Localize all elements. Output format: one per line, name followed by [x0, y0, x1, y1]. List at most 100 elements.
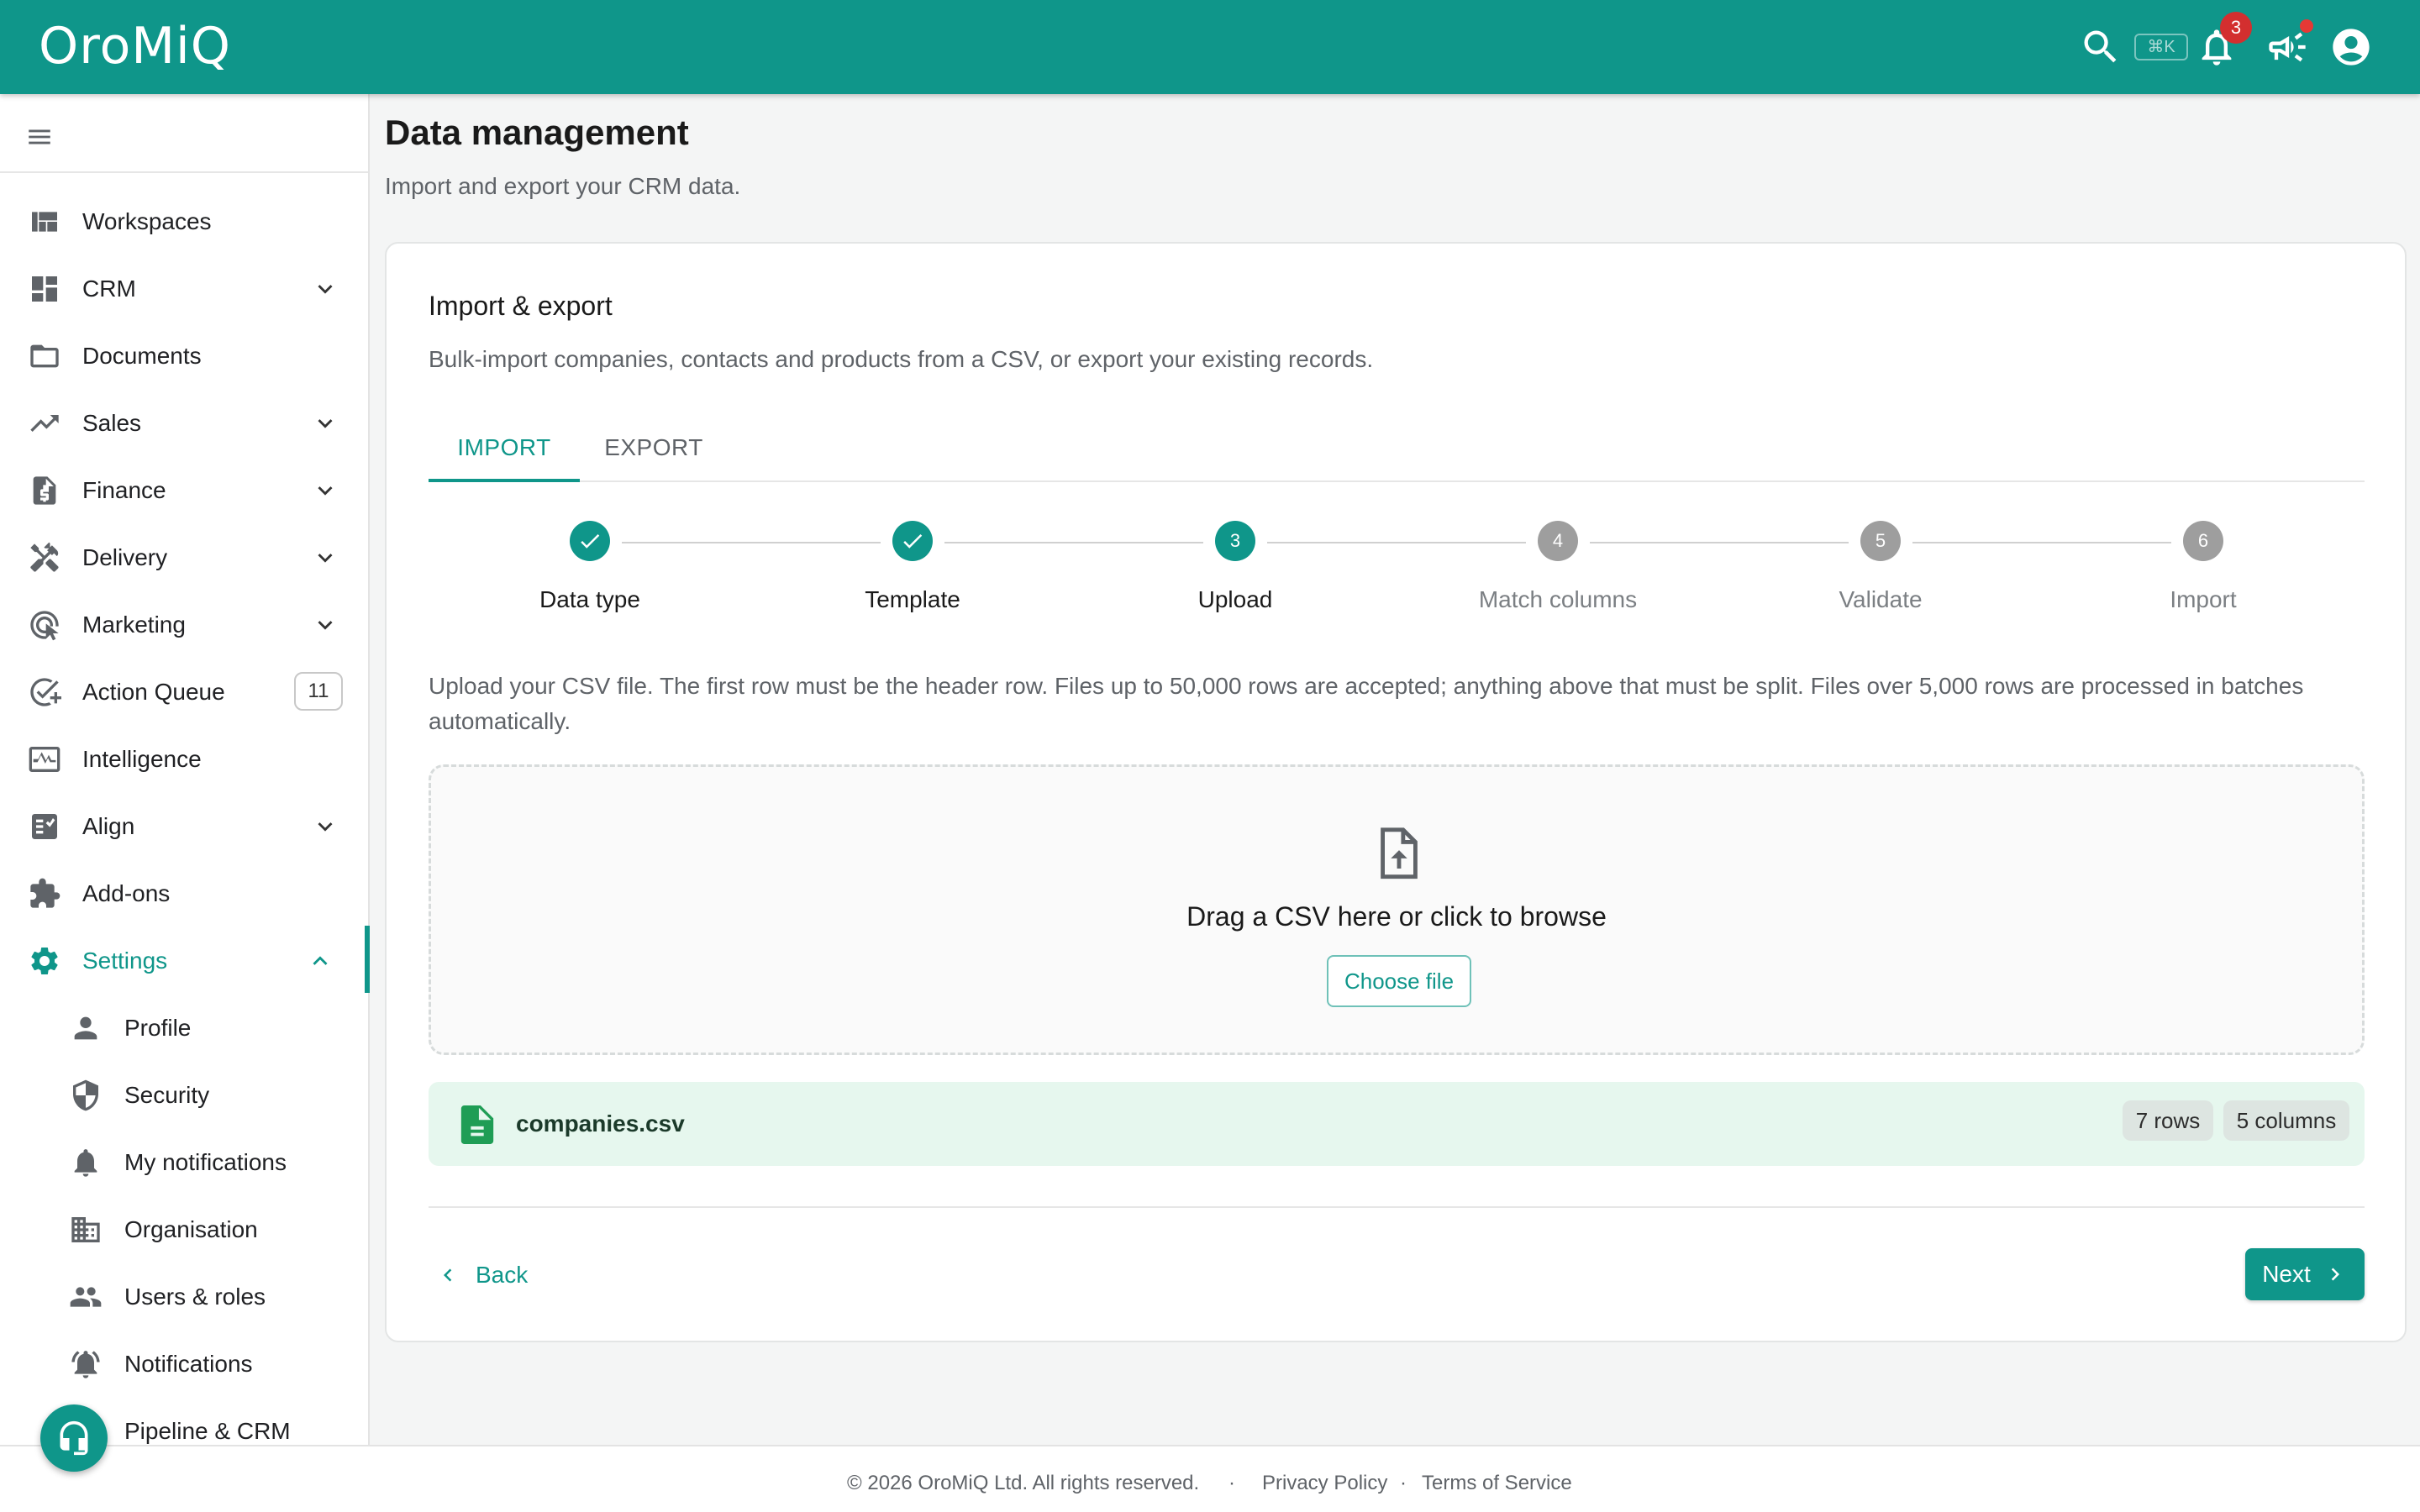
- sidebar-item-profile[interactable]: Profile: [0, 995, 368, 1062]
- step-number: 4: [1538, 521, 1578, 561]
- page-subtitle: Import and export your CRM data.: [385, 173, 741, 199]
- step-label: Validate: [1839, 586, 1923, 612]
- page-title: Data management: [385, 113, 689, 152]
- step-label: Import: [2170, 586, 2237, 612]
- checklist-icon: [28, 810, 61, 843]
- sidebar-item-label: Marketing: [82, 612, 186, 638]
- sidebar-item-label: Profile: [124, 1015, 192, 1041]
- sidebar-item-label: Intelligence: [82, 746, 202, 772]
- chevron-down-icon[interactable]: [311, 543, 339, 572]
- sidebar-item-label: Delivery: [82, 544, 168, 570]
- sidebar-item-finance[interactable]: Finance: [0, 457, 368, 524]
- step-label: Upload: [1197, 586, 1273, 612]
- step-data-type: Data type: [489, 521, 691, 613]
- upload-instructions: Upload your CSV file. The first row must…: [429, 673, 2304, 734]
- sidebar-item-label: Users & roles: [124, 1284, 266, 1310]
- sidebar-item-align[interactable]: Align: [0, 793, 368, 860]
- account-icon[interactable]: [2329, 25, 2373, 69]
- next-label: Next: [2262, 1261, 2311, 1287]
- target-icon: [28, 608, 61, 642]
- privacy-policy-link[interactable]: Privacy Policy: [1262, 1472, 1387, 1495]
- chevron-down-icon[interactable]: [311, 275, 339, 303]
- sidebar-item-label: Documents: [82, 343, 202, 369]
- file-upload-icon: [1374, 826, 1424, 883]
- file-name: companies.csv: [516, 1110, 685, 1137]
- sidebar-item-intelligence[interactable]: Intelligence: [0, 726, 368, 793]
- csv-dropzone[interactable]: Drag a CSV here or click to browse Choos…: [429, 764, 2365, 1055]
- card-divider: [429, 1206, 2365, 1208]
- sidebar-item-label: Security: [124, 1082, 210, 1108]
- chevron-down-icon[interactable]: [311, 812, 339, 841]
- import-export-card: Import & export Bulk-import companies, c…: [385, 242, 2407, 1342]
- sidebar-item-documents[interactable]: Documents: [0, 323, 368, 390]
- sidebar-item-label: Settings: [82, 948, 168, 974]
- sidebar-item-settings[interactable]: Settings: [0, 927, 368, 995]
- column-count-chip: 5 columns: [2223, 1100, 2349, 1141]
- shield-icon: [69, 1079, 103, 1112]
- sidebar-item-crm[interactable]: CRM: [0, 255, 368, 323]
- terms-of-service-link[interactable]: Terms of Service: [1422, 1472, 1572, 1495]
- sidebar-item-label: CRM: [82, 276, 136, 302]
- menu-icon[interactable]: [25, 123, 54, 151]
- next-button[interactable]: Next: [2245, 1248, 2365, 1300]
- bell-icon: [69, 1146, 103, 1179]
- check-icon: [570, 521, 610, 561]
- sidebar-item-my-notifications[interactable]: My notifications: [0, 1129, 368, 1196]
- sidebar-item-action-queue[interactable]: Action Queue 11: [0, 659, 368, 726]
- footer-separator: ·: [1228, 1472, 1235, 1494]
- people-icon: [69, 1280, 103, 1314]
- grid-icon: [28, 272, 61, 306]
- step-label: Template: [865, 586, 960, 612]
- step-number: 5: [1860, 521, 1901, 561]
- dashboard-icon: [28, 205, 61, 239]
- chevron-down-icon[interactable]: [311, 409, 339, 438]
- step-import: 6 Import: [2102, 521, 2304, 613]
- footer: © 2026 OroMiQ Ltd. All rights reserved. …: [0, 1445, 2420, 1512]
- step-upload: 3 Upload: [1134, 521, 1336, 613]
- step-label: Data type: [539, 586, 640, 612]
- row-count-chip: 7 rows: [2123, 1100, 2213, 1141]
- sidebar-item-marketing[interactable]: Marketing: [0, 591, 368, 659]
- sidebar-item-security[interactable]: Security: [0, 1062, 368, 1129]
- sidebar-item-label: My notifications: [124, 1149, 287, 1175]
- tab-export[interactable]: EXPORT: [580, 412, 728, 482]
- headset-icon: [60, 1420, 88, 1456]
- announcement-dot: [2300, 19, 2313, 33]
- sidebar-item-label: Sales: [82, 410, 142, 436]
- step-number: 3: [1215, 521, 1255, 561]
- tab-import[interactable]: IMPORT: [429, 412, 580, 482]
- card-title: Import & export: [429, 291, 613, 321]
- sidebar-item-label: Notifications: [124, 1351, 253, 1377]
- active-indicator: [365, 926, 370, 993]
- back-label: Back: [476, 1262, 529, 1288]
- chevron-down-icon[interactable]: [311, 611, 339, 639]
- tools-icon: [28, 541, 61, 575]
- support-chat-button[interactable]: [40, 1404, 108, 1472]
- search-icon[interactable]: [2079, 25, 2123, 69]
- back-button[interactable]: Back: [429, 1252, 528, 1299]
- person-icon: [69, 1011, 103, 1045]
- app-logo[interactable]: OroMiQ: [39, 17, 231, 76]
- sidebar-item-organisation[interactable]: Organisation: [0, 1196, 368, 1263]
- copyright-text: © 2026 OroMiQ Ltd. All rights reserved.: [847, 1472, 1200, 1494]
- card-description: Bulk-import companies, contacts and prod…: [429, 346, 1374, 372]
- chevron-right-icon: [2331, 1268, 2339, 1281]
- invoice-icon: [28, 474, 61, 507]
- sidebar-item-label: Add-ons: [82, 880, 171, 906]
- sidebar-item-notifications[interactable]: Notifications: [0, 1331, 368, 1398]
- folder-icon: [28, 339, 61, 373]
- bell-ring-icon: [69, 1347, 103, 1381]
- sidebar-item-label: Finance: [82, 477, 166, 503]
- choose-file-button[interactable]: Choose file: [1327, 955, 1471, 1007]
- sidebar-item-workspaces[interactable]: Workspaces: [0, 188, 368, 255]
- gear-icon: [28, 944, 61, 978]
- sidebar-item-users-roles[interactable]: Users & roles: [0, 1263, 368, 1331]
- chevron-down-icon[interactable]: [311, 476, 339, 505]
- step-match-columns: 4 Match columns: [1457, 521, 1659, 613]
- pulse-icon: [28, 743, 61, 776]
- chevron-up-icon[interactable]: [306, 947, 334, 975]
- sidebar-item-sales[interactable]: Sales: [0, 390, 368, 457]
- sidebar-item-delivery[interactable]: Delivery: [0, 524, 368, 591]
- notification-count-badge: 3: [2220, 12, 2252, 44]
- sidebar-item-add-ons[interactable]: Add-ons: [0, 860, 368, 927]
